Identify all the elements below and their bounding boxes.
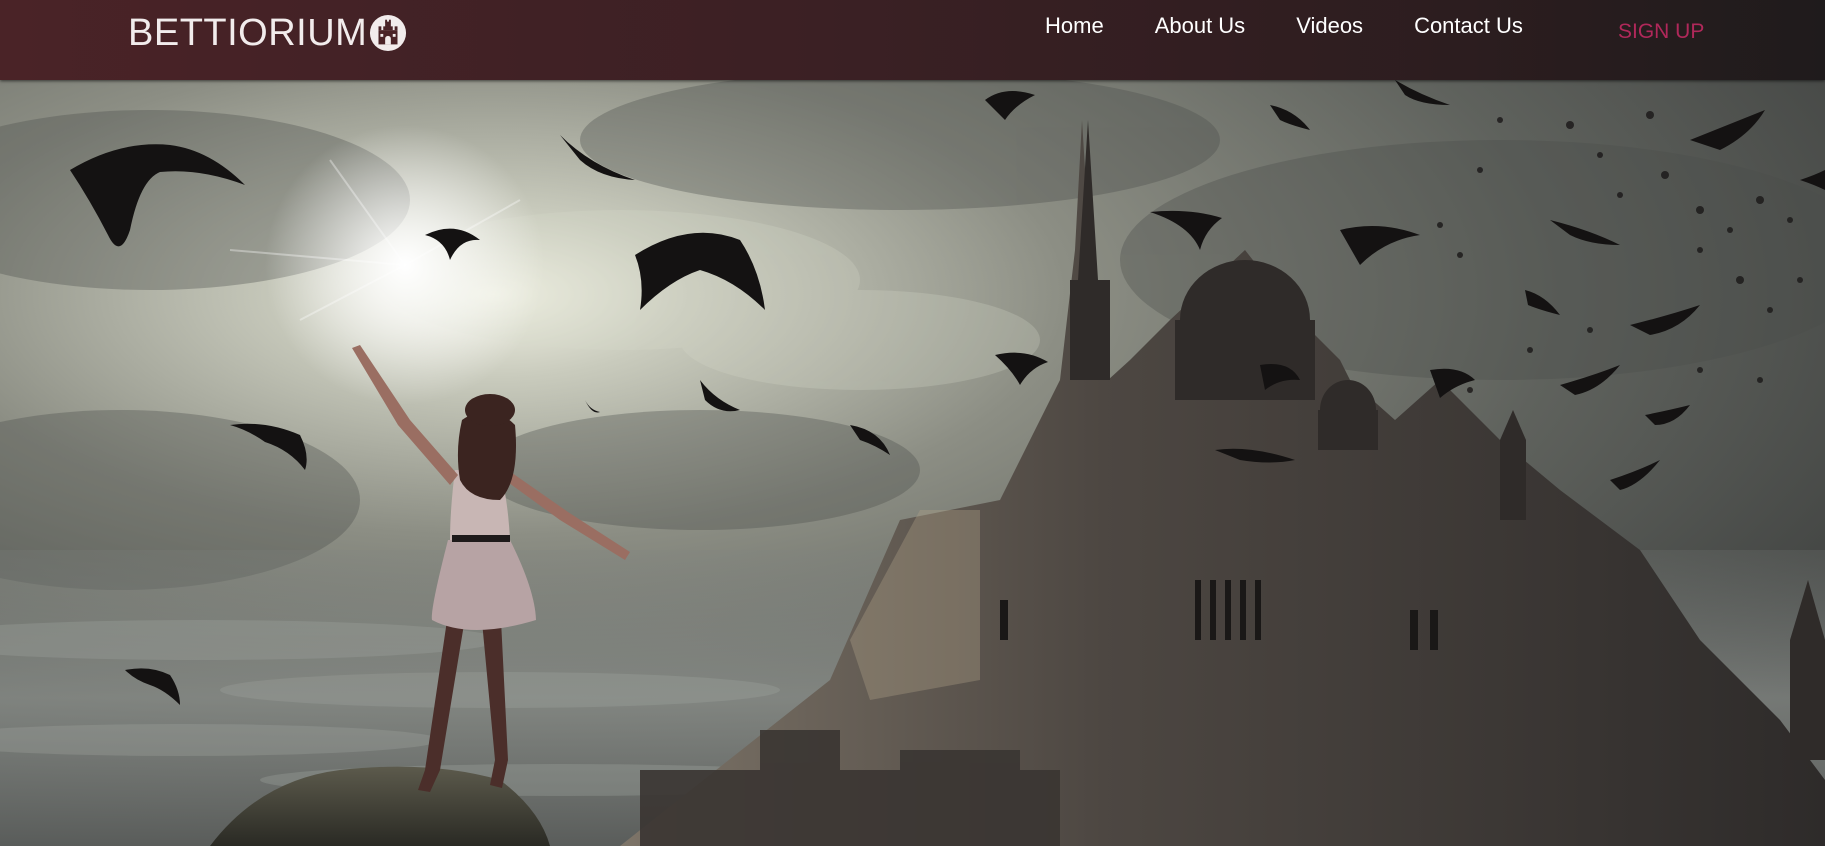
site-logo[interactable]: BETTIORIUM xyxy=(128,10,407,56)
nav-videos[interactable]: Videos xyxy=(1296,12,1363,40)
hero-image xyxy=(0,80,1825,846)
hero-banner xyxy=(0,80,1825,846)
nav-home[interactable]: Home xyxy=(1045,12,1104,40)
nav-contact-us[interactable]: Contact Us xyxy=(1414,12,1523,40)
nav-about-us[interactable]: About Us xyxy=(1155,12,1246,40)
castle-icon xyxy=(370,14,407,52)
signup-button[interactable]: SIGN UP xyxy=(1618,18,1704,46)
main-nav: Home About Us Videos Contact Us xyxy=(1045,12,1574,40)
logo-text: BETTIORIUM xyxy=(128,11,368,54)
site-header: BETTIORIUM Home About Us Videos Contact … xyxy=(0,0,1825,80)
